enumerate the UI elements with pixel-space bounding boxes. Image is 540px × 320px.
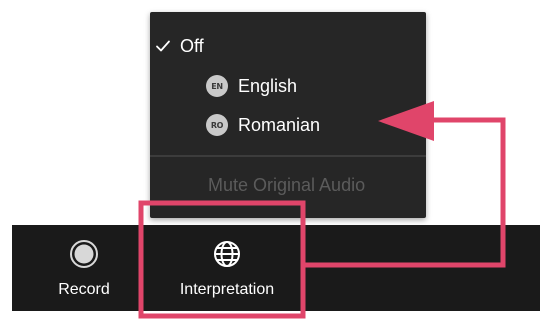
globe-icon bbox=[214, 241, 240, 267]
interpretation-menu: Off EN English RO Romanian Mute Original… bbox=[150, 12, 426, 218]
interpretation-button[interactable]: Interpretation bbox=[152, 225, 302, 311]
menu-item-label: Off bbox=[180, 35, 204, 56]
menu-item-label: Romanian bbox=[238, 114, 321, 135]
romanian-badge-icon: RO bbox=[206, 114, 228, 136]
menu-item-romanian[interactable]: RO Romanian bbox=[206, 113, 320, 137]
record-icon bbox=[70, 240, 98, 268]
mute-original-audio-item: Mute Original Audio bbox=[208, 175, 366, 195]
record-button[interactable]: Record bbox=[42, 225, 126, 311]
menu-divider bbox=[150, 155, 426, 157]
menu-item-label: English bbox=[238, 75, 298, 96]
record-label: Record bbox=[58, 281, 110, 298]
meeting-toolbar: Record Interpretation bbox=[12, 225, 540, 311]
menu-item-off[interactable]: Off bbox=[156, 34, 204, 58]
menu-item-english[interactable]: EN English bbox=[206, 74, 297, 98]
check-icon bbox=[156, 40, 170, 52]
interpretation-label: Interpretation bbox=[179, 281, 275, 298]
english-badge-icon: EN bbox=[206, 75, 228, 97]
